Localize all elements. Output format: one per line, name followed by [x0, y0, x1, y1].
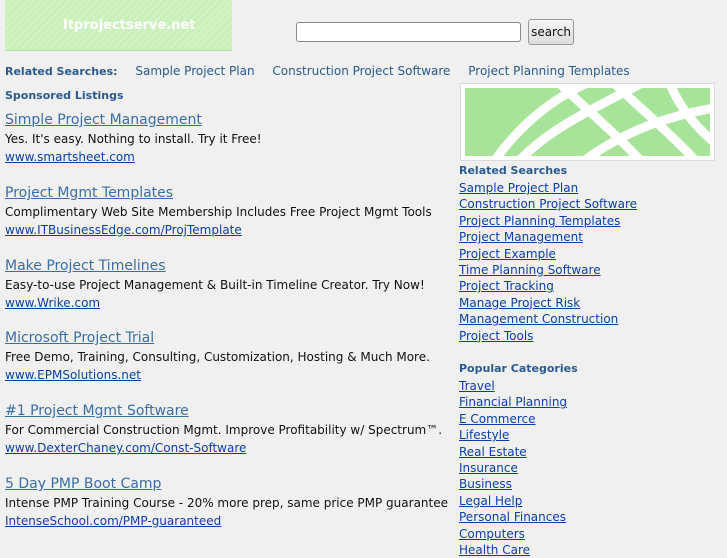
ad-listing: #1 Project Mgmt Software For Commercial …	[5, 402, 450, 456]
sidebar-related-link[interactable]: Construction Project Software	[459, 196, 719, 212]
site-logo[interactable]: Itprojectserve.net	[5, 0, 232, 51]
ad-title-link[interactable]: 5 Day PMP Boot Camp	[5, 475, 450, 493]
category-link[interactable]: Personal Finances	[459, 509, 719, 525]
sidebar-related-link[interactable]: Project Planning Templates	[459, 213, 719, 229]
ad-title-link[interactable]: Make Project Timelines	[5, 257, 450, 275]
ad-url-link[interactable]: www.ITBusinessEdge.com/ProjTemplate	[5, 223, 450, 238]
sidebar-related-link[interactable]: Project Example	[459, 246, 719, 262]
category-link[interactable]: Health Care	[459, 542, 719, 558]
sidebar-related-link[interactable]: Project Management	[459, 229, 719, 245]
search-button[interactable]: search	[528, 19, 574, 45]
green-map-graphic	[465, 88, 710, 156]
sponsored-listings-label: Sponsored Listings	[5, 89, 124, 102]
ad-description: Easy-to-use Project Management & Built-i…	[5, 278, 425, 292]
category-link[interactable]: Real Estate	[459, 444, 719, 460]
category-link[interactable]: Business	[459, 476, 719, 492]
ad-url-link[interactable]: www.DexterChaney.com/Const-Software	[5, 441, 450, 456]
ad-description: Complimentary Web Site Membership Includ…	[5, 205, 432, 219]
category-link[interactable]: Legal Help	[459, 493, 719, 509]
ad-description: Intense PMP Training Course - 20% more p…	[5, 496, 448, 510]
logo-text: Itprojectserve.net	[63, 18, 196, 33]
ad-url-link[interactable]: IntenseSchool.com/PMP-guaranteed	[5, 514, 450, 529]
sidebar-related-link[interactable]: Manage Project Risk	[459, 295, 719, 311]
category-link[interactable]: E Commerce	[459, 411, 719, 427]
top-related-label: Related Searches:	[5, 65, 118, 78]
sidebar-related-link[interactable]: Sample Project Plan	[459, 180, 719, 196]
search-input[interactable]	[296, 22, 521, 42]
ad-title-link[interactable]: Microsoft Project Trial	[5, 329, 450, 347]
ad-title-link[interactable]: #1 Project Mgmt Software	[5, 402, 450, 420]
category-link[interactable]: Travel	[459, 378, 719, 394]
top-related-link[interactable]: Construction Project Software	[272, 64, 450, 78]
ad-description: Free Demo, Training, Consulting, Customi…	[5, 350, 430, 364]
category-link[interactable]: Lifestyle	[459, 427, 719, 443]
ad-listing: Project Mgmt Templates Complimentary Web…	[5, 184, 450, 238]
ad-description: For Commercial Construction Mgmt. Improv…	[5, 423, 443, 437]
ad-url-link[interactable]: www.smartsheet.com	[5, 150, 450, 165]
sidebar-related-heading: Related Searches	[459, 164, 568, 177]
ad-title-link[interactable]: Project Mgmt Templates	[5, 184, 450, 202]
sidebar-related-link[interactable]: Time Planning Software	[459, 262, 719, 278]
ad-listing: 5 Day PMP Boot Camp Intense PMP Training…	[5, 475, 450, 529]
ad-title-link[interactable]: Simple Project Management	[5, 111, 450, 129]
sidebar-banner-image	[460, 83, 715, 161]
category-link[interactable]: Insurance	[459, 460, 719, 476]
top-related-link[interactable]: Project Planning Templates	[468, 64, 629, 78]
sidebar-popular-heading: Popular Categories	[459, 362, 578, 375]
ad-url-link[interactable]: www.EPMSolutions.net	[5, 368, 450, 383]
ad-description: Yes. It's easy. Nothing to install. Try …	[5, 132, 262, 146]
category-link[interactable]: Financial Planning	[459, 394, 719, 410]
sidebar-related-link[interactable]: Project Tracking	[459, 278, 719, 294]
ad-url-link[interactable]: www.Wrike.com	[5, 296, 450, 311]
ad-listing: Microsoft Project Trial Free Demo, Train…	[5, 329, 450, 383]
sidebar-related-link[interactable]: Project Tools	[459, 328, 719, 344]
top-related-link[interactable]: Sample Project Plan	[135, 64, 254, 78]
sidebar-related-searches: Related Searches Sample Project Plan Con…	[459, 164, 719, 344]
ad-listing: Make Project Timelines Easy-to-use Proje…	[5, 257, 450, 311]
top-related-searches: Related Searches: Sample Project Plan Co…	[5, 64, 644, 78]
sidebar-popular-categories: Popular Categories Travel Financial Plan…	[459, 362, 719, 558]
category-link[interactable]: Computers	[459, 526, 719, 542]
sidebar-related-link[interactable]: Management Construction	[459, 311, 719, 327]
ad-listing: Simple Project Management Yes. It's easy…	[5, 111, 450, 165]
